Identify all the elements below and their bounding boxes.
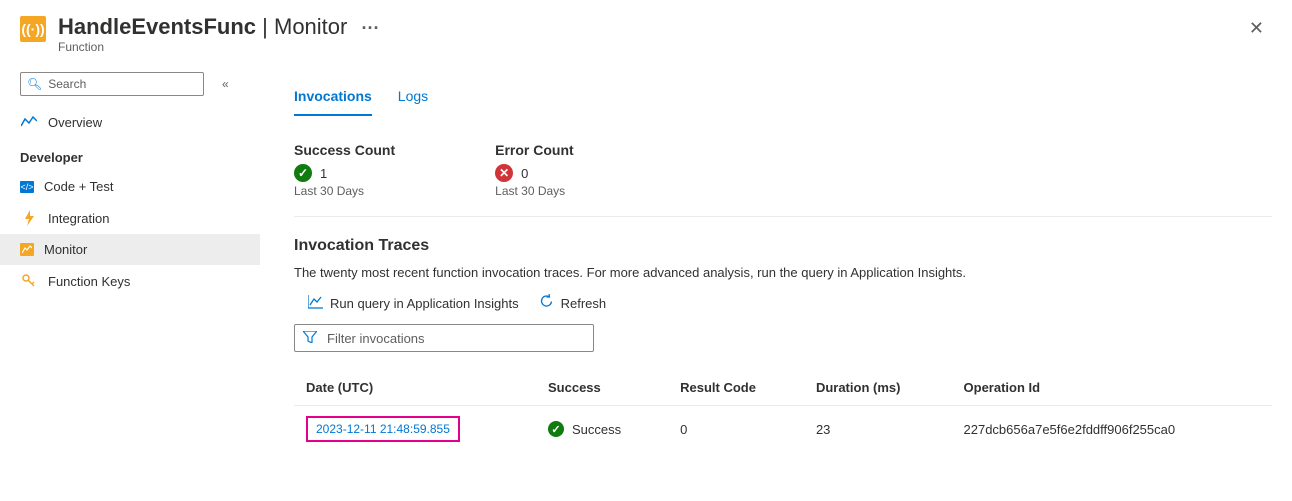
sidebar-item-overview[interactable]: Overview [0, 106, 260, 138]
more-menu-icon[interactable]: ··· [361, 18, 379, 38]
duration-cell: 23 [804, 406, 952, 453]
invocations-table: Date (UTC) Success Result Code Duration … [294, 370, 1272, 452]
search-icon: 🔍︎ [27, 77, 42, 91]
col-duration[interactable]: Duration (ms) [804, 370, 952, 406]
key-icon [20, 273, 38, 289]
col-date[interactable]: Date (UTC) [294, 370, 536, 406]
filter-input[interactable]: Filter invocations [294, 324, 594, 352]
col-opid[interactable]: Operation Id [952, 370, 1272, 406]
error-icon: ✕ [495, 164, 513, 182]
header: ((·)) HandleEventsFunc | Monitor ··· Fun… [0, 0, 1292, 64]
sidebar-item-integration[interactable]: Integration [0, 202, 260, 234]
refresh-button[interactable]: Refresh [539, 294, 607, 312]
lightning-icon [20, 210, 38, 226]
opid-cell: 227dcb656a7e5f6e2fddff906f255ca0 [952, 406, 1272, 453]
invocation-traces-title: Invocation Traces [294, 237, 1272, 255]
success-cell: ✓ Success [548, 421, 656, 437]
page-subtitle: Function [58, 40, 1241, 54]
sidebar-item-function-keys[interactable]: Function Keys [0, 265, 260, 297]
tab-logs[interactable]: Logs [398, 88, 428, 116]
result-cell: 0 [668, 406, 804, 453]
sidebar-item-code-test[interactable]: </> Code + Test [0, 171, 260, 202]
success-count-block: Success Count ✓ 1 Last 30 Days [294, 142, 395, 198]
chart-icon [308, 295, 323, 312]
search-input[interactable]: 🔍︎ Search [20, 72, 204, 96]
monitor-icon [20, 243, 34, 256]
code-icon: </> [20, 181, 34, 193]
sidebar: 🔍︎ Search « Overview Developer </> Code … [0, 64, 260, 501]
sidebar-section-developer: Developer [0, 138, 260, 171]
close-button[interactable]: ✕ [1241, 14, 1272, 43]
invocation-traces-desc: The twenty most recent function invocati… [294, 265, 1272, 280]
function-app-icon: ((·)) [20, 16, 46, 42]
invocation-date-link[interactable]: 2023-12-11 21:48:59.855 [306, 416, 460, 442]
page-title: HandleEventsFunc | Monitor ··· [58, 14, 1241, 40]
success-icon: ✓ [294, 164, 312, 182]
filter-icon [303, 330, 317, 346]
run-query-button[interactable]: Run query in Application Insights [308, 294, 519, 312]
success-icon: ✓ [548, 421, 564, 437]
refresh-icon [539, 294, 554, 312]
tabs: Invocations Logs [294, 64, 1272, 116]
col-success[interactable]: Success [536, 370, 668, 406]
overview-icon [20, 114, 38, 130]
collapse-sidebar-icon[interactable]: « [222, 77, 229, 91]
error-count-block: Error Count ✕ 0 Last 30 Days [495, 142, 574, 198]
col-result[interactable]: Result Code [668, 370, 804, 406]
sidebar-item-monitor[interactable]: Monitor [0, 234, 260, 265]
table-row: 2023-12-11 21:48:59.855 ✓ Success 0 23 2… [294, 406, 1272, 453]
tab-invocations[interactable]: Invocations [294, 88, 372, 116]
